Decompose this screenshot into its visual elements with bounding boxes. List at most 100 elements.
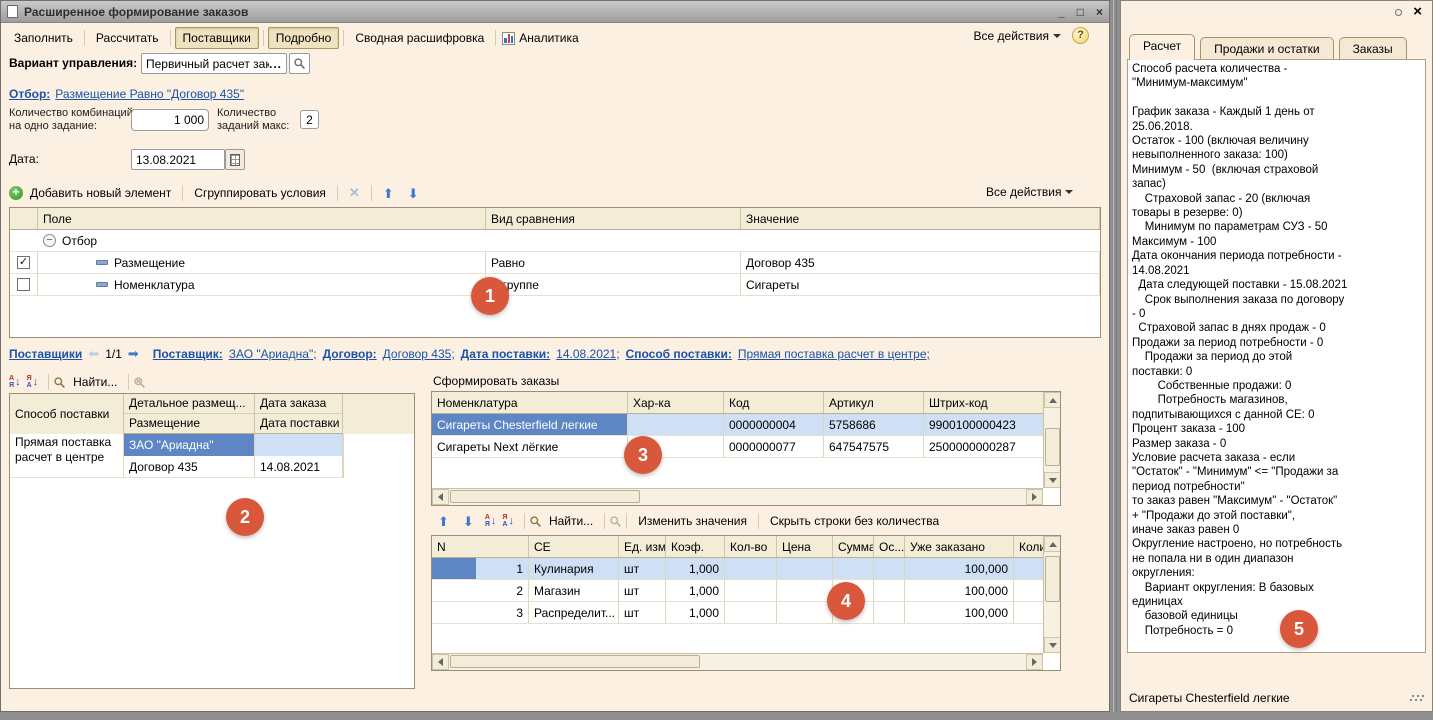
barcode-cell[interactable]: 2500000000287 [924, 436, 1044, 457]
tab-sales[interactable]: Продажи и остатки [1200, 37, 1333, 60]
find-button[interactable]: Найти... [66, 372, 124, 392]
scroll-thumb[interactable] [1045, 556, 1060, 602]
delivery-method-label[interactable]: Способ поставки: [626, 347, 732, 361]
suppliers-toggle-button[interactable]: Поставщики [175, 27, 259, 49]
date-input[interactable]: 13.08.2021 [131, 149, 225, 170]
ordered-cell[interactable]: 100,000 [905, 558, 1014, 579]
move-up-icon[interactable]: ⬆ [431, 512, 456, 531]
choose-button[interactable]: ... [269, 57, 282, 71]
delivery-date-value[interactable]: 14.08.2021; [556, 347, 619, 361]
ce-cell[interactable]: Кулинария [529, 558, 619, 579]
scroll-right-icon[interactable] [1026, 489, 1043, 505]
scroll-thumb[interactable] [450, 655, 700, 668]
sum-cell[interactable] [833, 558, 874, 579]
rest-cell[interactable] [874, 602, 905, 623]
unit-cell[interactable]: шт [619, 602, 666, 623]
clear-search-icon[interactable] [133, 376, 146, 389]
unit-cell[interactable]: шт [619, 580, 666, 601]
close-icon[interactable]: × [1096, 5, 1103, 19]
supplier-label[interactable]: Поставщик: [153, 347, 223, 361]
article-cell[interactable]: 647547575 [824, 436, 924, 457]
tab-orders[interactable]: Заказы [1339, 37, 1407, 60]
group-conditions-button[interactable]: Сгруппировать условия [187, 183, 333, 203]
nomenclature-hscrollbar[interactable] [432, 488, 1043, 505]
ordered-cell[interactable]: 100,000 [905, 602, 1014, 623]
rest-cell[interactable] [874, 558, 905, 579]
code-cell[interactable]: 0000000077 [724, 436, 824, 457]
title-bar[interactable]: Расширенное формирование заказов _ □ × [1, 1, 1109, 23]
rest-cell[interactable] [874, 580, 905, 601]
sort-asc-icon[interactable]: АЯ ↓ [485, 514, 497, 528]
placement-cell-selected[interactable]: ЗАО "Ариадна" [124, 434, 255, 456]
scroll-up-icon[interactable] [1044, 392, 1061, 408]
change-values-button[interactable]: Изменить значения [631, 511, 754, 531]
nomenclature-vscrollbar[interactable] [1043, 392, 1060, 488]
calculate-button[interactable]: Рассчитать [89, 28, 166, 48]
value-cell[interactable]: Договор 435 [741, 252, 1100, 273]
nomenclature-row-2[interactable]: Сигареты Next лёгкие 0000000077 64754757… [432, 436, 1044, 458]
sort-desc-icon[interactable]: ЯА ↓ [502, 514, 514, 528]
n-cell[interactable]: 2 [432, 580, 529, 601]
maximize-icon[interactable]: □ [1077, 5, 1084, 19]
collapse-icon[interactable]: − [43, 234, 56, 247]
ce-cell[interactable]: Распределит... [529, 602, 619, 623]
char-cell[interactable] [628, 414, 724, 435]
next-supplier-icon[interactable]: ➡ [128, 346, 139, 362]
filter-link-label[interactable]: Отбор: [9, 87, 50, 101]
price-cell[interactable] [777, 580, 833, 601]
delivery-method-value[interactable]: Прямая поставка расчет в центре; [738, 347, 930, 361]
splitter[interactable] [1116, 0, 1117, 712]
comparison-cell[interactable]: В группе [486, 274, 741, 295]
filter-group-row[interactable]: − Отбор [10, 230, 1100, 252]
value-cell[interactable]: Сигареты [741, 274, 1100, 295]
qty2-cell[interactable] [1014, 558, 1044, 579]
all-actions-filter[interactable]: Все действия [986, 185, 1073, 199]
analytics-button[interactable]: Аналитика [519, 28, 585, 48]
comparison-cell[interactable]: Равно [486, 252, 741, 273]
suppliers-link[interactable]: Поставщики [9, 347, 82, 361]
coef-cell[interactable]: 1,000 [666, 580, 725, 601]
price-cell[interactable] [777, 602, 833, 623]
qty2-cell[interactable] [1014, 602, 1044, 623]
scroll-thumb[interactable] [450, 490, 640, 503]
barcode-cell[interactable]: 9900100000423 [924, 414, 1044, 435]
filter-row-placement[interactable]: ✓ Размещение Равно Договор 435 [10, 252, 1100, 274]
hide-rows-button[interactable]: Скрыть строки без количества [763, 511, 946, 531]
name-cell[interactable]: Сигареты Chesterfield легкие [432, 414, 628, 435]
scroll-left-icon[interactable] [432, 489, 449, 505]
move-down-icon[interactable]: ⬇ [401, 184, 426, 203]
splitter[interactable] [1113, 0, 1114, 712]
scroll-left-icon[interactable] [432, 654, 449, 670]
qty-row-2[interactable]: 2 Магазин шт 1,000 100,000 [432, 580, 1044, 602]
filter-row-nomenclature[interactable]: Номенклатура В группе Сигареты [10, 274, 1100, 296]
ce-cell[interactable]: Магазин [529, 580, 619, 601]
coef-cell[interactable]: 1,000 [666, 602, 725, 623]
nomenclature-row-1[interactable]: Сигареты Chesterfield легкие 0000000004 … [432, 414, 1044, 436]
combinations-input[interactable]: 1 000 [131, 109, 209, 131]
contract-value[interactable]: Договор 435; [383, 347, 455, 361]
delivery-date-label[interactable]: Дата поставки: [461, 347, 551, 361]
n-cell[interactable]: 3 [432, 602, 529, 623]
qty-cell[interactable] [725, 580, 777, 601]
qty-row-3[interactable]: 3 Распределит... шт 1,000 100,000 [432, 602, 1044, 624]
sort-asc-icon[interactable]: АЯ ↓ [9, 375, 21, 389]
fill-button[interactable]: Заполнить [7, 28, 80, 48]
minimize-icon[interactable]: _ [1058, 5, 1065, 19]
calc-text-box[interactable]: Способ расчета количества - "Минимум-мак… [1127, 59, 1426, 653]
qty-cell[interactable] [725, 558, 777, 579]
article-cell[interactable]: 5758686 [824, 414, 924, 435]
scroll-right-icon[interactable] [1026, 654, 1043, 670]
filter-link-value[interactable]: Размещение Равно "Договор 435" [55, 87, 244, 101]
tab-calc[interactable]: Расчет [1129, 34, 1195, 60]
resize-grip[interactable] [1412, 695, 1414, 697]
qty-vscrollbar[interactable] [1043, 536, 1060, 653]
panel-close-icon[interactable]: × [1413, 3, 1422, 20]
move-up-icon[interactable]: ⬆ [376, 184, 401, 203]
help-button[interactable]: ? [1072, 27, 1089, 44]
contract-cell[interactable]: Договор 435 [124, 456, 255, 478]
delete-icon[interactable]: ✕ [342, 182, 367, 204]
tasks-max-input[interactable]: 2 [300, 110, 319, 129]
qty-row-1[interactable]: 1 Кулинария шт 1,000 100,000 [432, 558, 1044, 580]
unit-cell[interactable]: шт [619, 558, 666, 579]
supplier-value[interactable]: ЗАО "Ариадна"; [229, 347, 317, 361]
